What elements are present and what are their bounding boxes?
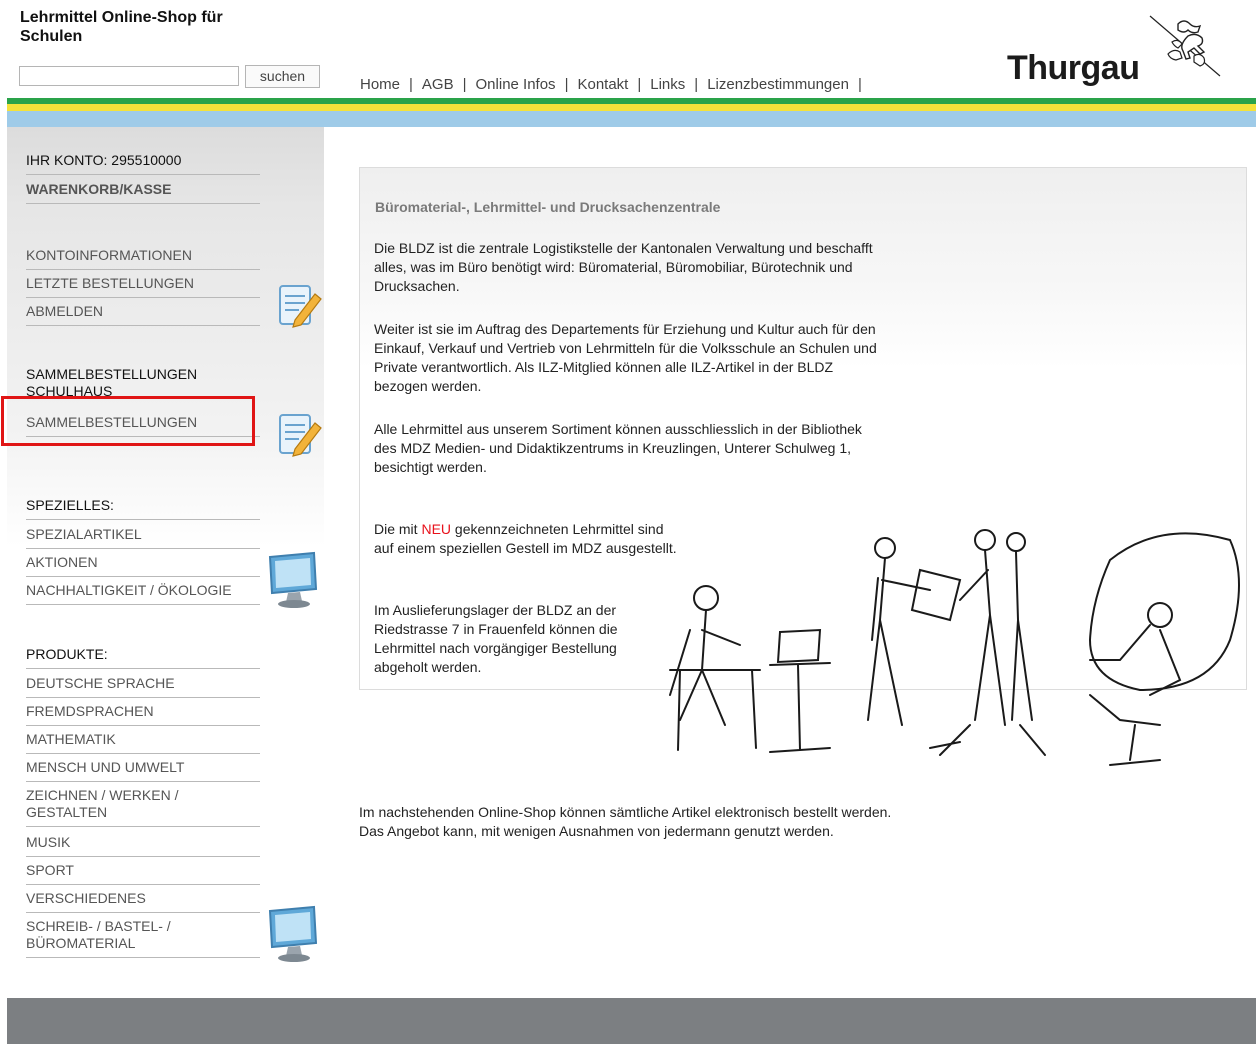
new-items-text-before: Die mit [374, 521, 422, 537]
sidebar-item-mathematik[interactable]: MATHEMATIK [26, 731, 260, 754]
search-input[interactable] [19, 66, 239, 86]
special-heading: SPEZIELLES: [26, 497, 260, 520]
footer-bar [7, 998, 1256, 1044]
sidebar-item-aktionen[interactable]: AKTIONEN [26, 554, 260, 577]
logo-text: Thurgau [1007, 49, 1140, 87]
sidebar-item-nachhaltigkeit[interactable]: NACHHALTIGKEIT / ÖKOLOGIE [26, 582, 260, 605]
shop-description-line1: Im nachstehenden Online-Shop können sämt… [359, 804, 892, 820]
sidebar-item-zeichnen-werken-gestalten[interactable]: ZEICHNEN / WERKEN / GESTALTEN [26, 787, 260, 827]
nav-online-infos[interactable]: Online Infos [476, 76, 556, 93]
nav-separator: | [462, 76, 467, 93]
nav-lizenzbestimmungen[interactable]: Lizenzbestimmungen [707, 76, 849, 93]
nav-separator: | [637, 76, 642, 93]
stripe-yellow [7, 104, 1256, 111]
paragraph-mandate: Weiter ist sie im Auftrag des Departemen… [374, 321, 877, 394]
sidebar-item-abmelden[interactable]: ABMELDEN [26, 303, 260, 326]
nav-agb[interactable]: AGB [422, 76, 454, 93]
nav-kontakt[interactable]: Kontakt [577, 76, 628, 93]
stripe-blue [7, 111, 1256, 127]
sidebar-item-sport[interactable]: SPORT [26, 862, 260, 885]
paragraph-warehouse: Im Auslieferungslager der BLDZ an der Ri… [374, 602, 618, 675]
nav-separator: | [564, 76, 569, 93]
content-title: Büromaterial-, Lehrmittel- und Drucksach… [375, 199, 721, 215]
nav-links[interactable]: Links [650, 76, 685, 93]
sidebar-item-kontoinformationen[interactable]: KONTOINFORMATIONEN [26, 247, 260, 270]
paragraph-library: Alle Lehrmittel aus unserem Sortiment kö… [374, 421, 862, 475]
paragraph-new-items: Die mit NEU gekennzeichneten Lehrmittel … [374, 520, 679, 558]
monitor-icon [268, 551, 318, 608]
top-navigation: Home | AGB | Online Infos | Kontakt | Links | Lize… [360, 76, 862, 93]
sidebar-item-schreib-bastel-bueromaterial[interactable]: SCHREIB- / BASTEL- / BÜROMATERIAL [26, 918, 260, 958]
sidebar-item-spezialartikel[interactable]: SPEZIALARTIKEL [26, 526, 260, 549]
new-label: NEU [421, 521, 452, 537]
sidebar-item-fremdsprachen[interactable]: FREMDSPRACHEN [26, 703, 260, 726]
sidebar-item-verschiedenes[interactable]: VERSCHIEDENES [26, 890, 260, 913]
shop-description-line2: Das Angebot kann, mit wenigen Ausnahmen … [359, 823, 834, 839]
monitor-icon [268, 905, 318, 962]
nav-separator: | [857, 76, 862, 93]
office-people-sketch [669, 529, 1240, 766]
nav-separator: | [694, 76, 699, 93]
paragraph-intro: Die BLDZ ist die zentrale Logistikstelle… [374, 240, 873, 294]
notepad-pencil-icon [279, 285, 322, 328]
products-heading: PRODUKTE: [26, 646, 260, 669]
thurgau-logo[interactable]: Thurgau [1005, 14, 1235, 94]
nav-home[interactable]: Home [360, 76, 400, 93]
sidebar-item-musik[interactable]: MUSIK [26, 834, 260, 857]
sidebar-item-letzte-bestellungen[interactable]: LETZTE BESTELLUNGEN [26, 275, 260, 298]
site-title: Lehrmittel Online-Shop für Schulen [20, 9, 223, 45]
highlight-box [1, 396, 255, 446]
lion-crest-icon [1149, 15, 1221, 77]
search-button[interactable]: suchen [245, 65, 320, 88]
nav-separator: | [409, 76, 413, 93]
sidebar-item-deutsche-sprache[interactable]: DEUTSCHE SPRACHE [26, 675, 260, 698]
group-order-heading: SAMMELBESTELLUNGEN SCHULHAUS [26, 366, 198, 399]
sidebar-item-cart[interactable]: WARENKORB/KASSE [26, 181, 260, 204]
account-number: IHR KONTO: 295510000 [26, 152, 260, 175]
shop-description: Im nachstehenden Online-Shop können sämt… [359, 803, 891, 841]
notepad-pencil-icon [279, 414, 322, 457]
sidebar-item-mensch-und-umwelt[interactable]: MENSCH UND UMWELT [26, 759, 260, 782]
